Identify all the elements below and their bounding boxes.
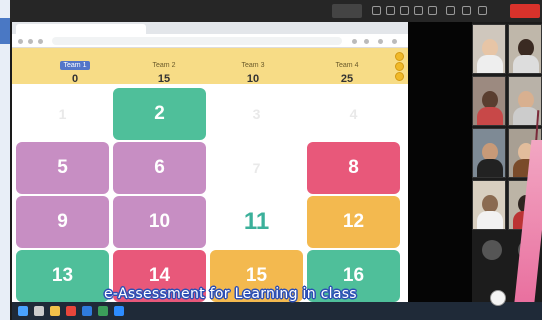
participant-body xyxy=(477,159,503,177)
team-2[interactable]: Team 2 15 xyxy=(129,52,199,85)
tile-13[interactable]: 13 xyxy=(16,250,109,302)
tile-5[interactable]: 5 xyxy=(16,142,109,194)
participant-video[interactable] xyxy=(472,128,506,178)
participant-body xyxy=(477,211,503,229)
participants-icon[interactable] xyxy=(414,6,423,15)
app-icon[interactable] xyxy=(82,306,92,316)
screenshot: Team 1 0 Team 2 15 Team 3 10 Team 4 25 1… xyxy=(0,0,542,320)
mute-icon[interactable] xyxy=(372,6,381,15)
participant-body xyxy=(477,55,503,73)
app-icon[interactable] xyxy=(98,306,108,316)
participant-body xyxy=(513,107,539,125)
mouse-icon xyxy=(490,290,506,306)
chrome-icon[interactable] xyxy=(66,306,76,316)
team-3[interactable]: Team 3 10 xyxy=(218,52,288,85)
left-panel-tab[interactable] xyxy=(0,18,10,44)
search-icon[interactable] xyxy=(34,306,44,316)
team-2-name: Team 2 xyxy=(152,62,176,69)
tile-10[interactable]: 10 xyxy=(113,196,206,248)
tile-11[interactable]: 11 xyxy=(210,196,303,248)
team-scoreboard: Team 1 0 Team 2 15 Team 3 10 Team 4 25 xyxy=(12,48,408,85)
team-1-name: Team 1 xyxy=(59,61,91,70)
chat-icon[interactable] xyxy=(428,6,437,15)
windows-taskbar xyxy=(12,302,542,320)
browser-toolbar xyxy=(12,34,408,48)
browser-tab-strip xyxy=(12,22,408,34)
participant-video[interactable] xyxy=(508,24,542,74)
end-meeting-button[interactable] xyxy=(510,4,540,18)
tile-12[interactable]: 12 xyxy=(307,196,400,248)
coin-icon[interactable] xyxy=(395,52,404,61)
tile-4[interactable]: 4 xyxy=(307,88,400,140)
screen-share-border xyxy=(408,22,472,320)
tile-3[interactable]: 3 xyxy=(210,88,303,140)
tile-6[interactable]: 6 xyxy=(113,142,206,194)
zoom-app-icon[interactable] xyxy=(114,306,124,316)
share-icon[interactable] xyxy=(400,6,409,15)
team-1[interactable]: Team 1 0 xyxy=(40,52,110,85)
forward-icon[interactable] xyxy=(28,39,33,44)
tile-9[interactable]: 9 xyxy=(16,196,109,248)
number-tile-grid: 1 2 3 4 5 6 7 8 9 10 11 12 13 14 15 16 xyxy=(12,84,408,320)
more-icon[interactable] xyxy=(478,6,487,15)
team-3-name: Team 3 xyxy=(241,62,265,69)
participant-body xyxy=(477,107,503,125)
file-explorer-icon[interactable] xyxy=(50,306,60,316)
tile-1[interactable]: 1 xyxy=(16,88,109,140)
left-panel-strip xyxy=(0,0,10,320)
caption-overlay: e-Assessment for Learning in class xyxy=(104,286,357,302)
reload-icon[interactable] xyxy=(38,39,43,44)
coin-icon[interactable] xyxy=(395,62,404,71)
reactions-icon[interactable] xyxy=(462,6,471,15)
browser-tab[interactable] xyxy=(16,24,146,34)
start-icon[interactable] xyxy=(18,306,28,316)
view-button[interactable] xyxy=(332,4,362,18)
coin-icon[interactable] xyxy=(395,72,404,81)
team-4-name: Team 4 xyxy=(335,62,359,69)
back-icon[interactable] xyxy=(18,39,23,44)
tile-8[interactable]: 8 xyxy=(307,142,400,194)
participant-body xyxy=(513,55,539,73)
tile-7[interactable]: 7 xyxy=(210,142,303,194)
record-icon[interactable] xyxy=(446,6,455,15)
address-bar[interactable] xyxy=(52,37,342,45)
participant-video[interactable] xyxy=(472,180,506,230)
extension-icon[interactable] xyxy=(364,39,369,44)
browser-window: Team 1 0 Team 2 15 Team 3 10 Team 4 25 1… xyxy=(12,22,408,320)
participant-video[interactable] xyxy=(472,76,506,126)
menu-icon[interactable] xyxy=(392,39,397,44)
profile-icon[interactable] xyxy=(378,39,383,44)
participant-avatar[interactable] xyxy=(482,240,502,260)
bookmark-icon[interactable] xyxy=(352,39,357,44)
video-icon[interactable] xyxy=(386,6,395,15)
zoom-toolbar xyxy=(10,0,542,22)
participant-video[interactable] xyxy=(472,24,506,74)
tile-2[interactable]: 2 xyxy=(113,88,206,140)
team-4[interactable]: Team 4 25 xyxy=(312,52,382,85)
